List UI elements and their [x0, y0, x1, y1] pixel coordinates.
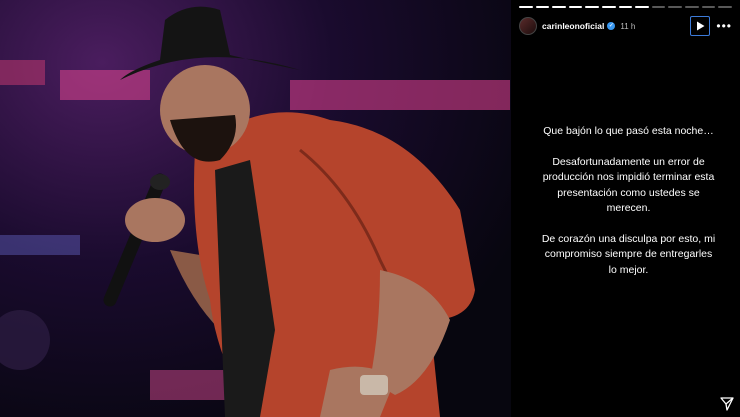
- story-panel: carinleonoficial ✓ 11 h ••• Que bajón lo…: [511, 0, 740, 417]
- progress-segment: [618, 6, 633, 8]
- singer-photo-illustration: [0, 6, 510, 417]
- progress-segment: [685, 6, 699, 8]
- message-line: Desafortunadamente un error de: [552, 155, 705, 168]
- message-line: merecen.: [606, 202, 651, 214]
- progress-segment: [651, 6, 666, 8]
- progress-segment: [602, 6, 616, 8]
- progress-segment: [585, 6, 600, 8]
- send-icon[interactable]: [720, 397, 734, 411]
- story-message: Que bajón lo que pasó esta noche… Desafo…: [525, 124, 732, 278]
- message-line: producción nos impidió terminar esta: [542, 171, 715, 183]
- verified-badge-icon: ✓: [607, 22, 616, 30]
- progress-segment: [635, 6, 649, 8]
- story-header: carinleonoficial ✓ 11 h •••: [519, 16, 732, 36]
- avatar[interactable]: [519, 17, 537, 35]
- message-line: compromiso siempre de entregarles: [544, 248, 713, 260]
- post-time: 11 h: [620, 21, 636, 31]
- progress-segment: [568, 6, 583, 8]
- story-progress-bar: [519, 6, 732, 8]
- story-viewer: carinleonoficial ✓ 11 h ••• Que bajón lo…: [0, 0, 740, 417]
- username[interactable]: carinleonoficial: [542, 21, 604, 31]
- play-button[interactable]: [690, 16, 711, 36]
- progress-segment: [519, 6, 533, 8]
- message-line: De corazón una disculpa por esto, mi: [541, 232, 716, 245]
- progress-segment: [718, 6, 732, 8]
- story-photo: [0, 0, 511, 417]
- play-icon: [696, 21, 705, 31]
- message-line: presentación como ustedes se: [557, 186, 700, 199]
- more-options-icon[interactable]: •••: [716, 20, 732, 32]
- progress-segment: [668, 6, 683, 8]
- progress-segment: [552, 6, 566, 8]
- progress-segment: [701, 6, 716, 8]
- message-line: lo mejor.: [608, 263, 649, 276]
- progress-segment: [535, 6, 550, 8]
- message-line: Que bajón lo que pasó esta noche…: [543, 125, 714, 137]
